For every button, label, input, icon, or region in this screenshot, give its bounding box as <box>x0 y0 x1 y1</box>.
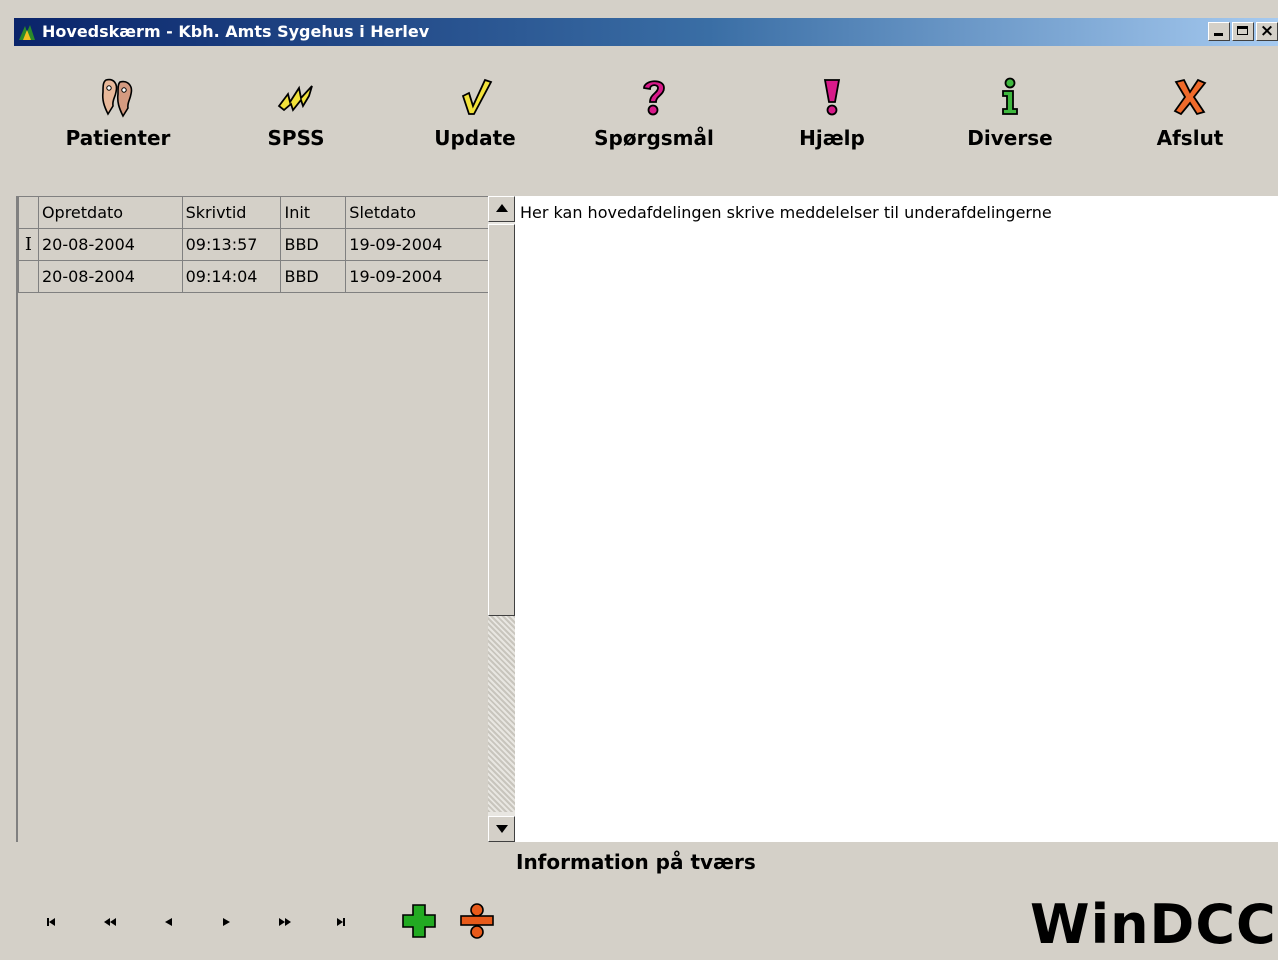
message-memo[interactable]: Her kan hovedafdelingen skrive meddelels… <box>515 196 1278 842</box>
column-header-init[interactable]: Init <box>280 196 347 229</box>
cell-sletdato[interactable]: 19-09-2004 <box>345 228 490 261</box>
exclamation-icon <box>823 79 841 116</box>
arrow-down-icon <box>496 825 508 833</box>
update-button[interactable]: Update <box>395 76 555 176</box>
plus-icon <box>402 904 436 938</box>
next-record-button[interactable] <box>216 912 240 932</box>
last-record-icon <box>337 918 345 926</box>
first-record-button[interactable] <box>42 912 66 932</box>
patienter-label: Patienter <box>65 126 171 150</box>
close-icon: × <box>1259 21 1275 41</box>
memo-text: Her kan hovedafdelingen skrive meddelels… <box>520 203 1052 222</box>
maximize-button[interactable] <box>1232 22 1254 41</box>
diverse-label: Diverse <box>967 126 1053 150</box>
table-row[interactable]: 20-08-2004 09:14:04 BBD 19-09-2004 <box>18 260 490 293</box>
spss-button[interactable]: SPSS <box>216 76 376 176</box>
maximize-icon <box>1237 26 1248 35</box>
messages-grid[interactable]: Opretdato Skrivtid Init Sletdato I 20-08… <box>16 196 490 842</box>
close-button[interactable]: × <box>1256 21 1278 41</box>
cell-skrivtid[interactable]: 09:13:57 <box>181 228 282 261</box>
exit-x-icon <box>1173 78 1207 116</box>
prior-record-button[interactable] <box>158 912 182 932</box>
afslut-label: Afslut <box>1156 126 1224 150</box>
table-row[interactable]: I 20-08-2004 09:13:57 BBD 19-09-2004 <box>18 228 490 261</box>
app-icon <box>19 25 35 40</box>
cell-sletdato[interactable]: 19-09-2004 <box>345 260 490 293</box>
first-record-icon <box>47 918 55 926</box>
messages-table: Opretdato Skrivtid Init Sletdato I 20-08… <box>18 196 490 293</box>
window-controls: × <box>1208 21 1278 42</box>
cell-init[interactable]: BBD <box>280 228 347 261</box>
scroll-track[interactable] <box>488 616 515 812</box>
minimize-icon <box>1214 33 1223 36</box>
question-icon <box>643 80 665 116</box>
update-label: Update <box>434 126 516 150</box>
column-header-skrivtid[interactable]: Skrivtid <box>181 196 282 229</box>
cell-skrivtid[interactable]: 09:14:04 <box>181 260 282 293</box>
scroll-thumb[interactable] <box>488 224 515 616</box>
diverse-button[interactable]: Diverse <box>930 76 1090 176</box>
column-header-sletdato[interactable]: Sletdato <box>345 196 490 229</box>
delete-record-button[interactable] <box>458 902 496 940</box>
window-title: Hovedskærm - Kbh. Amts Sygehus i Herlev <box>42 22 430 41</box>
next-record-icon <box>223 918 230 926</box>
cell-opretdato[interactable]: 20-08-2004 <box>37 260 183 293</box>
next-page-icon <box>279 918 291 926</box>
patients-icon <box>101 78 133 118</box>
brand-logo: WinDCCD <box>1030 893 1278 956</box>
prior-record-icon <box>165 918 172 926</box>
spoergsmaal-button[interactable]: Spørgsmål <box>574 76 734 176</box>
prior-page-button[interactable] <box>100 912 124 932</box>
title-bar[interactable]: Hovedskærm - Kbh. Amts Sygehus i Herlev … <box>14 18 1278 46</box>
patienter-button[interactable]: Patienter <box>38 76 198 176</box>
memo-caption: Information på tværs <box>516 850 756 874</box>
current-row-indicator: I <box>18 228 39 261</box>
arrow-up-icon <box>496 204 508 212</box>
spss-icon <box>277 85 313 112</box>
indicator-header <box>18 196 39 229</box>
prior-page-icon <box>104 918 116 926</box>
table-header-row: Opretdato Skrivtid Init Sletdato <box>18 196 490 229</box>
spss-label: SPSS <box>267 126 325 150</box>
minus-icon <box>460 903 494 939</box>
scroll-up-button[interactable] <box>488 196 515 222</box>
add-record-button[interactable] <box>400 902 438 940</box>
info-icon <box>1002 77 1018 115</box>
column-header-opretdato[interactable]: Opretdato <box>37 196 183 229</box>
main-toolbar: Patienter SPSS Update Spørgsmål Hjælp Di… <box>14 46 1278 196</box>
next-page-button[interactable] <box>274 912 298 932</box>
scroll-down-button[interactable] <box>488 816 515 842</box>
afslut-button[interactable]: Afslut <box>1110 76 1270 176</box>
memo-scrollbar[interactable] <box>488 196 515 842</box>
checkmark-icon <box>461 78 493 115</box>
spoergsmaal-label: Spørgsmål <box>594 126 714 150</box>
cell-opretdato[interactable]: 20-08-2004 <box>37 228 183 261</box>
cell-init[interactable]: BBD <box>280 260 347 293</box>
minimize-button[interactable] <box>1208 22 1230 41</box>
hjaelp-button[interactable]: Hjælp <box>752 76 912 176</box>
last-record-button[interactable] <box>332 912 356 932</box>
hjaelp-label: Hjælp <box>799 126 865 150</box>
row-indicator <box>18 260 39 293</box>
